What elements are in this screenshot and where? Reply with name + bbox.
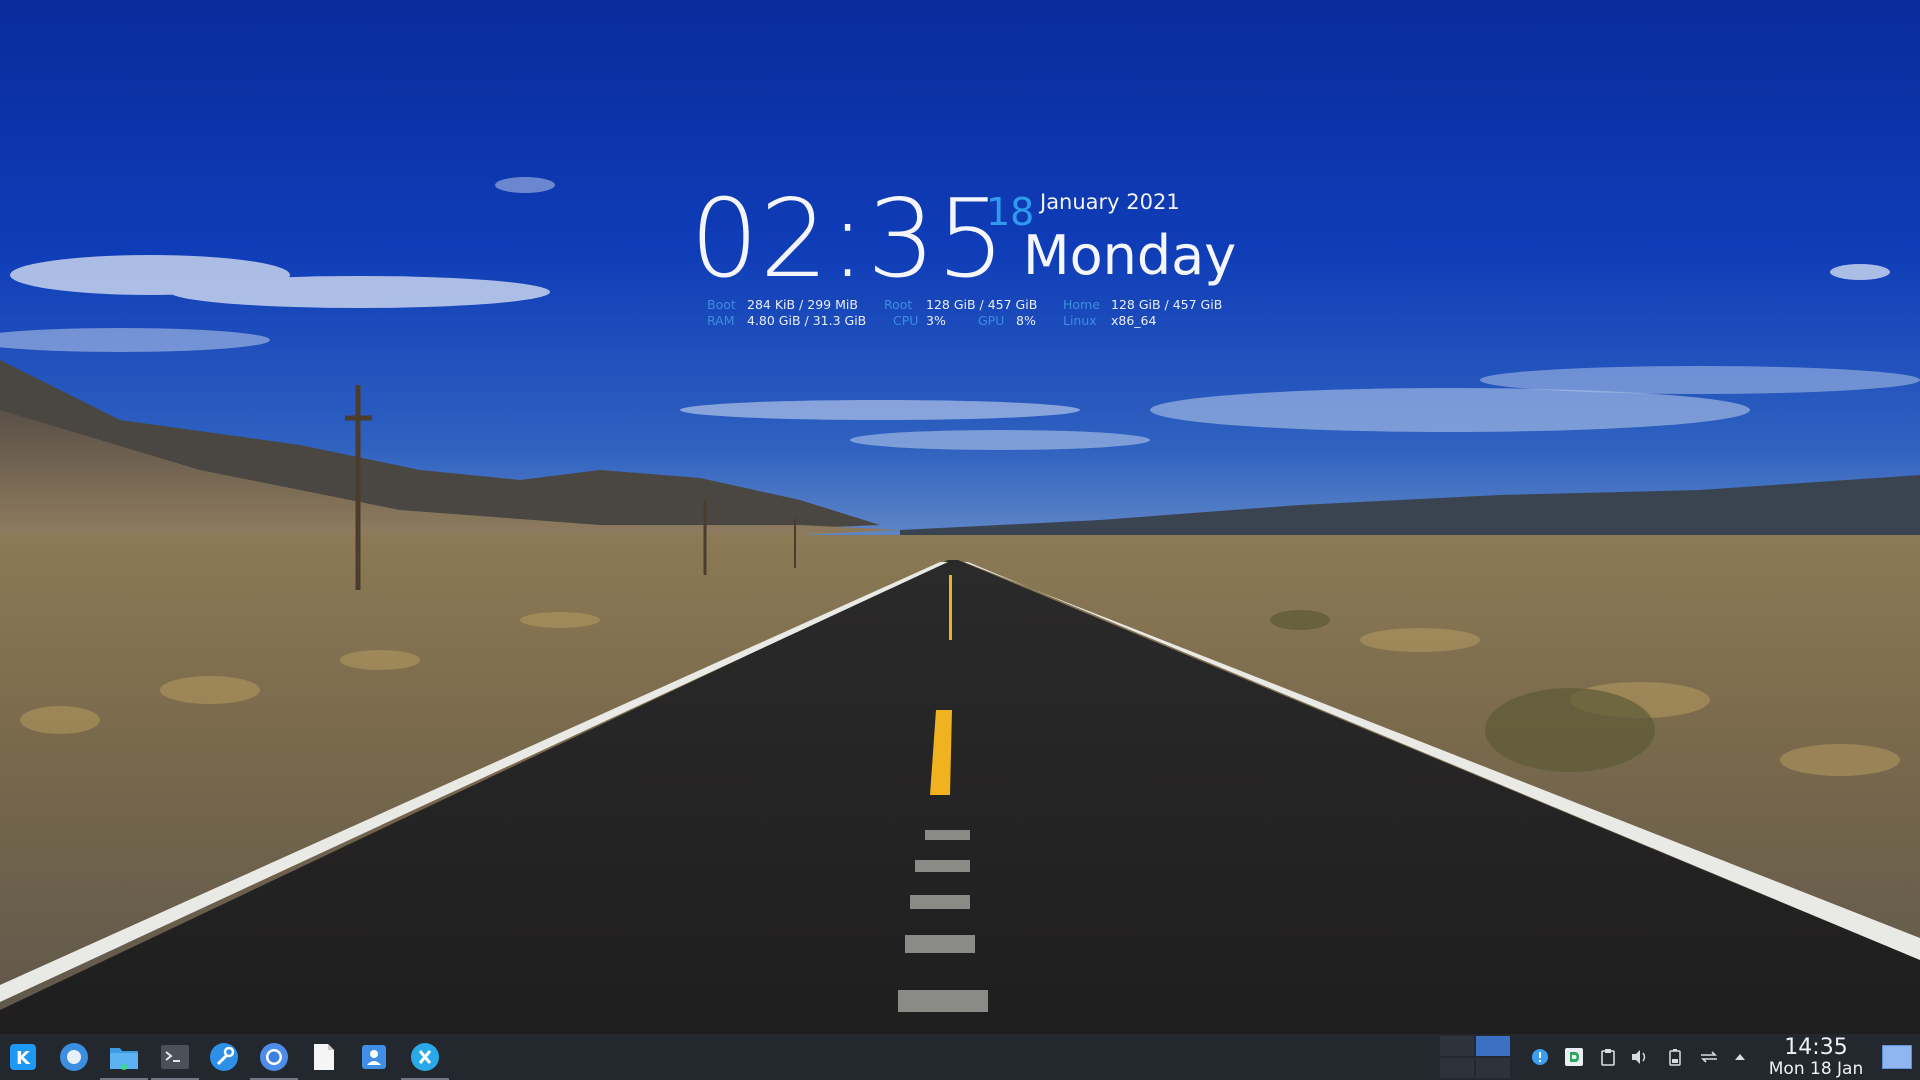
terminal-icon[interactable] [151, 1040, 199, 1080]
system-settings-icon[interactable] [57, 1040, 91, 1074]
virtual-desktop-pager[interactable] [1440, 1036, 1510, 1078]
widget-month-year: January 2021 [1040, 190, 1180, 214]
desktop-2-active[interactable] [1476, 1036, 1510, 1056]
stat-cpu: CPU 3% [893, 313, 946, 328]
stat-root: Root 128 GiB / 457 GiB [884, 297, 1038, 312]
file-manager-icon[interactable] [100, 1040, 148, 1080]
stat-gpu: GPU 8% [978, 313, 1036, 328]
kde-connect-icon[interactable] [1698, 1046, 1720, 1068]
discover-icon[interactable] [401, 1040, 449, 1080]
volume-icon[interactable] [1629, 1046, 1651, 1068]
digital-clock[interactable]: 14:35 Mon 18 Jan [1756, 1035, 1876, 1080]
text-editor-icon[interactable] [307, 1040, 341, 1074]
notification-info-icon[interactable] [1529, 1046, 1551, 1068]
tools-icon[interactable] [207, 1040, 241, 1074]
stat-linux: Linux x86_64 [1063, 313, 1157, 328]
clock-date: Mon 18 Jan [1768, 1059, 1864, 1079]
desktop-1[interactable] [1440, 1036, 1474, 1056]
conky-clock-widget: 02:35 18 January 2021 Monday Boot 284 KiB… [690, 180, 1250, 340]
stat-home: Home 128 GiB / 457 GiB [1063, 297, 1223, 312]
desktop-3[interactable] [1440, 1058, 1474, 1078]
desktop-wallpaper [0, 0, 1920, 1034]
show-desktop-button[interactable] [1882, 1045, 1912, 1069]
stat-boot: Boot 284 KiB / 299 MiB [707, 297, 858, 312]
stat-ram: RAM 4.80 GiB / 31.3 GiB [707, 313, 867, 328]
battery-icon[interactable] [1664, 1046, 1686, 1068]
widget-weekday: Monday [1023, 224, 1237, 287]
chromium-browser-icon[interactable] [250, 1040, 298, 1080]
expand-tray-arrow-icon[interactable] [1729, 1046, 1751, 1068]
widget-clock-time: 02:35 [690, 177, 1007, 302]
svg-text:K: K [16, 1048, 31, 1069]
clock-time: 14:35 [1784, 1035, 1848, 1060]
contacts-icon[interactable] [357, 1040, 391, 1074]
dropbox-icon[interactable] [1563, 1046, 1585, 1068]
plasma-panel: K 14:35 Mon 18 Jan [0, 1034, 1920, 1080]
clipboard-icon[interactable] [1597, 1046, 1619, 1068]
kde-app-launcher-icon[interactable]: K [6, 1040, 40, 1074]
desktop-4[interactable] [1476, 1058, 1510, 1078]
